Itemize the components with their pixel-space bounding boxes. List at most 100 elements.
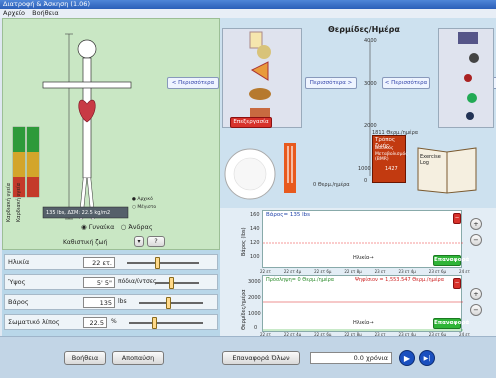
bottom-bar: Βοήθεια Αποπαύση Επαναφορά Όλων 0.0 χρόν… bbox=[0, 336, 496, 378]
age-slider-thumb[interactable] bbox=[155, 257, 160, 269]
bodyfat-label: Σωματικό λίπος bbox=[8, 318, 60, 326]
intake-label: 0 Θερμ./ημέρα bbox=[313, 182, 350, 188]
zoom-out-button[interactable]: − bbox=[470, 304, 482, 316]
zoom-in-button[interactable]: + bbox=[470, 218, 482, 230]
exercise-log-book[interactable] bbox=[413, 138, 481, 198]
bodyfat-field[interactable]: 22.5 bbox=[83, 317, 107, 328]
weight-ytick-100: 100 bbox=[250, 254, 260, 260]
play-icon: ▶ bbox=[403, 354, 411, 363]
cal-ytick-3000: 3000 bbox=[248, 279, 261, 285]
food-panel: < Περισσότερα Περισσότερα > Επεξεργασία … bbox=[167, 18, 496, 208]
food-more-left-button[interactable]: < Περισσότερα bbox=[167, 77, 219, 89]
food-more-right-button[interactable]: Περισσότερα > bbox=[305, 77, 357, 89]
age-slider-track bbox=[127, 262, 199, 264]
cal-ytick-0: 0 bbox=[254, 325, 258, 331]
burn-bar: Τρόπος ζωής Βασικός Μεταβολισμός (BMR) 1… bbox=[372, 135, 408, 183]
body-panel: 135 lbs, ΔΣΜ: 22.5 kg/m2 Καρδιακή υγεία … bbox=[2, 18, 220, 250]
height-slider-thumb[interactable] bbox=[169, 277, 174, 289]
bodyfat-slider-thumb[interactable] bbox=[152, 317, 157, 329]
exercise-items bbox=[458, 32, 479, 120]
calorie-graph-reset-button[interactable]: Επαναφορά bbox=[433, 318, 469, 329]
body-figure bbox=[12, 33, 132, 220]
calorie-zoom-controls: + − bbox=[470, 288, 488, 324]
plate-and-cutlery bbox=[224, 143, 296, 200]
weight-slider-thumb[interactable] bbox=[166, 297, 171, 309]
height-label: Ύψος bbox=[8, 278, 26, 286]
weight-ytick-120: 120 bbox=[250, 240, 260, 246]
calorie-tick-3000: 3000 bbox=[364, 81, 377, 87]
time-unit: χρόνια bbox=[366, 354, 388, 362]
weight-slider-track bbox=[139, 302, 203, 304]
gender-male-label: Άνδρας bbox=[128, 223, 153, 231]
zoom-out-button[interactable]: − bbox=[470, 234, 482, 246]
height-field[interactable]: 5' 5" bbox=[83, 277, 115, 288]
time-display: 0.0 χρόνια bbox=[310, 352, 392, 364]
weight-ytick-140: 140 bbox=[250, 226, 260, 232]
meter-scale-max: ○ Μέγιστο bbox=[132, 205, 157, 210]
radio-icon: ○ bbox=[132, 205, 136, 210]
step-button[interactable]: ▶| bbox=[419, 350, 435, 366]
weight-graph-ylabel: Βάρος (lbs) bbox=[241, 227, 247, 256]
bodyfat-row: Σωματικό λίπος 22.5 % bbox=[4, 314, 218, 330]
calorie-graph-ylabel: Θερμίδες/ημέρα bbox=[241, 289, 247, 330]
gender-radio-group: ◉ Γυναίκα ○ Άνδρας bbox=[81, 223, 153, 231]
calorie-tick-2000: 2000 bbox=[364, 123, 377, 129]
menu-help[interactable]: Βοήθεια bbox=[32, 9, 59, 17]
controls-panel: Ηλικία 22 ετ. Ύψος 5' 5" πόδια/ίντσες Βά… bbox=[2, 250, 220, 336]
step-icon: ▶| bbox=[423, 355, 431, 362]
weight-graph-close-button[interactable]: − bbox=[453, 213, 461, 224]
gender-male-radio[interactable]: ○ bbox=[121, 223, 127, 231]
zoom-out-icon: − bbox=[473, 236, 479, 244]
food-edit-button[interactable]: Επεξεργασία bbox=[230, 117, 272, 128]
activity-help-button[interactable]: ? bbox=[147, 236, 165, 247]
height-slider-track bbox=[155, 282, 199, 284]
help-button[interactable]: Βοήθεια bbox=[64, 351, 106, 365]
age-row: Ηλικία 22 ετ. bbox=[4, 254, 218, 270]
weight-label: Βάρος bbox=[8, 298, 29, 306]
age-field[interactable]: 22 ετ. bbox=[83, 257, 115, 268]
cal-ytick-2000: 2000 bbox=[248, 295, 261, 301]
bmr-value: 1427 bbox=[385, 166, 398, 172]
activity-dropdown[interactable]: ▾ bbox=[134, 236, 144, 247]
gender-female-radio[interactable]: ◉ bbox=[81, 223, 87, 231]
menu-file[interactable]: Αρχείο bbox=[3, 9, 25, 17]
age-label: Ηλικία bbox=[8, 258, 30, 266]
activity-label: Καθιστική ζωή bbox=[63, 239, 108, 246]
weight-field[interactable]: 135 bbox=[83, 297, 115, 308]
time-value: 0.0 bbox=[353, 354, 364, 362]
radio-icon: ● bbox=[132, 197, 136, 202]
weight-ytick-160: 160 bbox=[250, 212, 260, 218]
graphs-area: Βάρος= 135 lbs Ηλικία→ Επαναφορά − Βάρος… bbox=[220, 208, 496, 337]
height-row: Ύψος 5' 5" πόδια/ίντσες bbox=[4, 274, 218, 290]
cal-ytick-1000: 1000 bbox=[248, 311, 261, 317]
zoom-out-icon: − bbox=[473, 306, 479, 314]
play-button[interactable]: ▶ bbox=[399, 350, 415, 366]
meter-label-1: Καρδιακή υγεία bbox=[6, 182, 12, 222]
menu-bar: Αρχείο Βοήθεια bbox=[0, 9, 496, 18]
zoom-in-icon: + bbox=[473, 290, 479, 298]
calorie-tick-4000: 4000 bbox=[364, 38, 377, 44]
bodyfat-slider-track bbox=[129, 322, 203, 324]
weight-unit: lbs bbox=[118, 298, 127, 305]
zoom-in-icon: + bbox=[473, 220, 479, 228]
body-caption: 135 lbs, ΔΣΜ: 22.5 kg/m2 bbox=[46, 210, 111, 216]
weight-zoom-controls: + − bbox=[470, 218, 488, 254]
gender-female-label: Γυναίκα bbox=[88, 223, 115, 231]
zoom-in-button[interactable]: + bbox=[470, 288, 482, 300]
weight-graph-reset-button[interactable]: Επαναφορά bbox=[433, 255, 469, 266]
exercise-log-label: Exercise Log bbox=[420, 154, 441, 166]
bodyfat-unit: % bbox=[111, 318, 117, 325]
weight-xticks: 22 ετ 22 ετ 4μ 22 ετ 6μ 22 ετ 8μ 23 ετ 23 ετ … bbox=[260, 269, 470, 274]
bmr-label: Βασικός Μεταβολισμός (BMR) bbox=[375, 146, 408, 162]
calorie-graph: Πρόσληψη= 0 Θερμ./ημέρα Ψηφίσιον = 1,553… bbox=[262, 275, 469, 332]
meter-label-2: Καρδιακή υγεία bbox=[16, 182, 22, 222]
calorie-graph-close-button[interactable]: − bbox=[453, 278, 461, 289]
calorie-tick-1000: 1000 bbox=[358, 166, 371, 172]
food-items bbox=[249, 31, 271, 118]
window-title: Διατροφή & Άσκηση (1.06) bbox=[0, 0, 496, 9]
reset-all-button[interactable]: Επαναφορά Όλων bbox=[222, 351, 300, 365]
pause-button[interactable]: Αποπαύση bbox=[112, 351, 164, 365]
weight-row: Βάρος 135 lbs bbox=[4, 294, 218, 310]
calorie-tick-0: 0 bbox=[364, 178, 368, 184]
meter-scale-initial: ● Αρχικό bbox=[132, 197, 153, 202]
